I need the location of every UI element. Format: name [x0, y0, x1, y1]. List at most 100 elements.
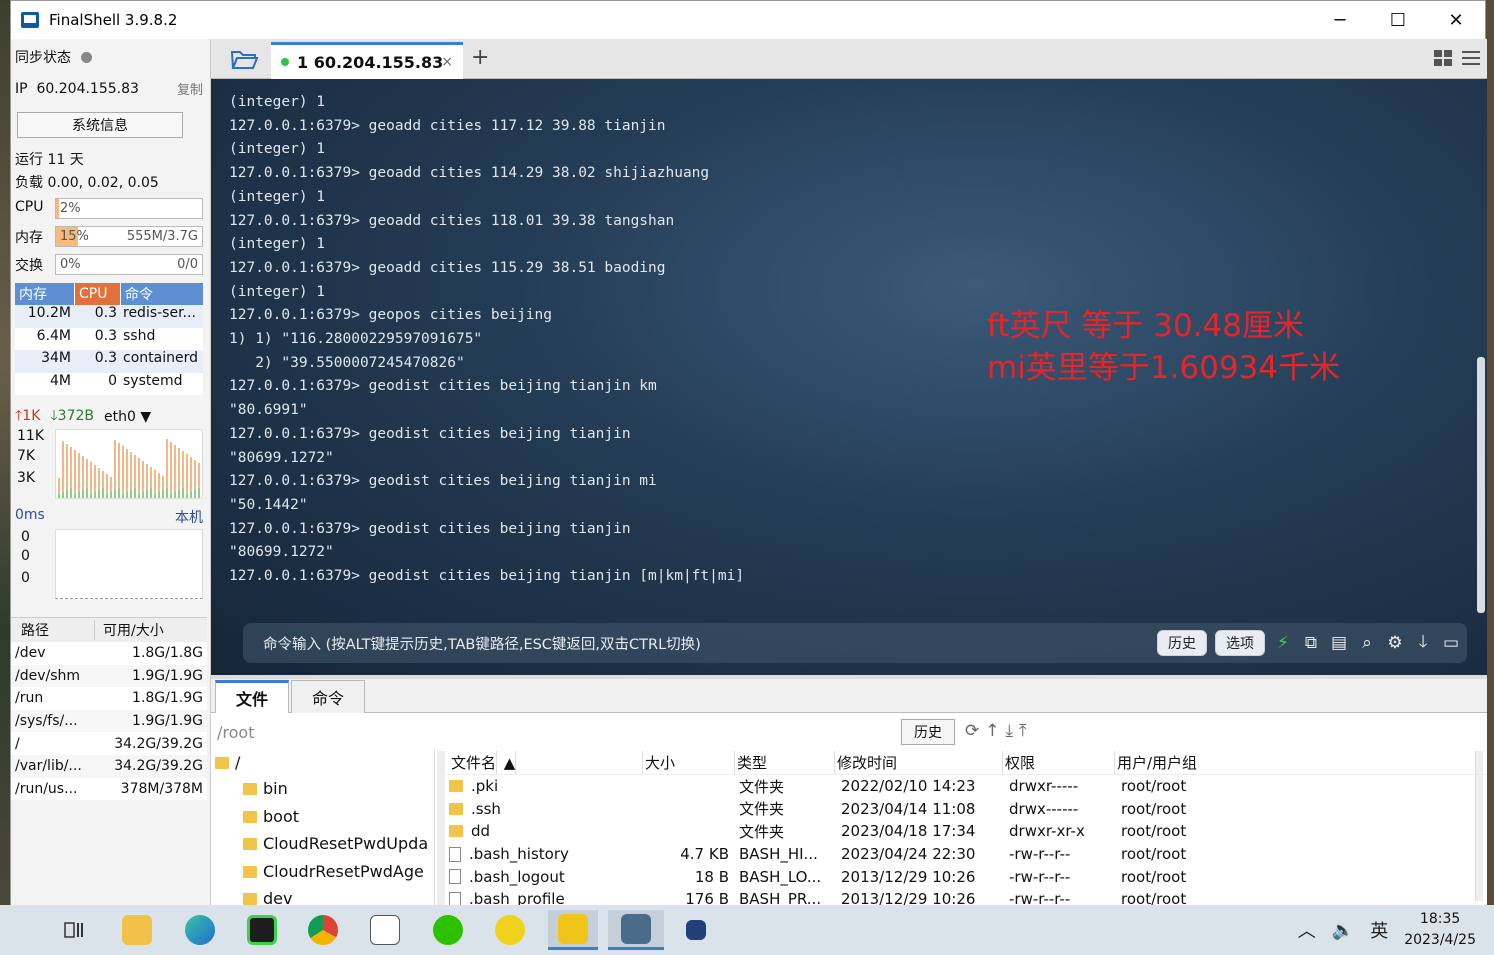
typora-icon: [370, 915, 400, 945]
directory-tree[interactable]: / bin boot CloudResetPwdUpda CloudrReset…: [211, 749, 435, 906]
column-type[interactable]: 类型: [735, 751, 835, 774]
tree-item-bin[interactable]: bin: [243, 779, 288, 798]
taskbar-app-yellow[interactable]: [490, 910, 530, 950]
taskbar-file-explorer[interactable]: [117, 910, 157, 950]
terminal-line: 127.0.0.1:6379> geoadd cities 117.12 39.…: [229, 117, 666, 134]
tree-item-boot[interactable]: boot: [243, 807, 299, 826]
taskbar-wechat[interactable]: [428, 910, 468, 950]
table-row[interactable]: 34M 0.3 containerd: [15, 350, 203, 373]
title-bar[interactable]: FinalShell 3.9.8.2 ─ ☐ ✕: [11, 1, 1485, 39]
table-row[interactable]: / 34.2G/39.2G: [11, 732, 207, 755]
terminal-view[interactable]: (integer) 1 127.0.0.1:6379> geoadd cities…: [211, 79, 1487, 675]
lightning-icon[interactable]: ⚡: [1273, 633, 1293, 653]
network-bar-download: [138, 494, 140, 498]
add-tab-button[interactable]: +: [471, 45, 489, 70]
open-session-manager-button[interactable]: [219, 43, 269, 77]
table-row[interactable]: .bash_logout 18 B BASH_LO... 2013/12/29 …: [447, 865, 1487, 888]
taskbar-edge[interactable]: [180, 910, 220, 950]
tree-item-dev[interactable]: dev: [243, 889, 292, 906]
gear-icon[interactable]: ⚙: [1385, 633, 1405, 653]
table-row[interactable]: /sys/fs/... 1.9G/1.9G: [11, 709, 207, 733]
taskbar-chrome[interactable]: [303, 910, 343, 950]
command-history-button[interactable]: 历史: [1157, 630, 1207, 656]
monitor-icon: [621, 913, 651, 944]
fullscreen-icon[interactable]: ▭: [1441, 633, 1461, 653]
paste-icon[interactable]: ▤: [1329, 633, 1349, 653]
ping-target[interactable]: 本机: [175, 507, 203, 527]
taskbar-finalshell-pinned[interactable]: [548, 910, 598, 950]
column-size[interactable]: 大小: [643, 751, 735, 774]
disk-header-size[interactable]: 可用/大小: [95, 620, 164, 640]
tree-item-cloudrresetpwdage[interactable]: CloudrResetPwdAge: [243, 862, 424, 881]
minimize-button[interactable]: ─: [1311, 1, 1369, 39]
tab-close-icon[interactable]: ×: [441, 54, 453, 70]
table-row[interactable]: 6.4M 0.3 sshd: [15, 327, 203, 350]
table-row[interactable]: 10.2M 0.3 redis-ser...: [15, 305, 203, 328]
copy-ip-link[interactable]: 复制: [177, 79, 203, 98]
taskbar-remote-desktop[interactable]: [608, 910, 664, 950]
clock[interactable]: 18:35 2023/4/25: [1404, 909, 1476, 951]
table-row[interactable]: .pki 文件夹 2022/02/10 14:23 drwxr----- roo…: [447, 775, 1487, 798]
table-row[interactable]: .bash_profile 176 B BASH_PR... 2013/12/2…: [447, 888, 1487, 906]
ping-axis-tick: 0: [21, 570, 30, 586]
table-row[interactable]: /run/us... 378M/378M: [11, 777, 207, 801]
chevron-up-icon[interactable]: ︿: [1298, 917, 1316, 943]
command-input-bar[interactable]: 命令输入 (按ALT键提示历史,TAB键路径,ESC键返回,双击CTRL切换) …: [243, 623, 1467, 663]
column-owner[interactable]: 用户/用户组: [1115, 751, 1239, 774]
terminal-line: 127.0.0.1:6379> geoadd cities 114.29 38.…: [229, 165, 710, 182]
table-row[interactable]: .bash_history 4.7 KB BASH_HI... 2023/04/…: [447, 843, 1487, 866]
download-icon[interactable]: ⤓: [1006, 721, 1014, 741]
column-permission[interactable]: 权限: [1003, 751, 1115, 774]
network-interface-select[interactable]: eth0 ▼: [104, 409, 151, 425]
search-icon[interactable]: ⌕: [1357, 633, 1377, 653]
terminal-line: "80699.1272": [229, 449, 334, 466]
table-row[interactable]: /dev 1.8G/1.8G: [11, 642, 207, 665]
disk-header-path[interactable]: 路径: [11, 620, 95, 640]
taskbar-typora[interactable]: [365, 910, 405, 950]
ime-indicator[interactable]: 英: [1370, 917, 1388, 943]
table-row[interactable]: dd 文件夹 2023/04/18 17:34 drwxr-xr-x root/…: [447, 820, 1487, 843]
tree-scrollbar[interactable]: [437, 751, 445, 906]
column-name[interactable]: 文件名 ▲: [447, 751, 643, 774]
maximize-button[interactable]: ☐: [1369, 1, 1427, 39]
tree-item-root[interactable]: /: [215, 753, 240, 772]
table-row[interactable]: /var/lib/... 34.2G/39.2G: [11, 754, 207, 778]
table-row[interactable]: .ssh 文件夹 2023/04/14 11:08 drwx------ roo…: [447, 798, 1487, 821]
tab-session-1[interactable]: 1 60.204.155.83 ×: [271, 42, 463, 79]
taskbar-pycharm[interactable]: [242, 910, 282, 950]
close-button[interactable]: ✕: [1427, 1, 1485, 39]
path-input[interactable]: /root: [217, 719, 953, 745]
file-date: 2022/02/10 14:23: [841, 777, 976, 796]
file-table-scrollbar[interactable]: [1475, 751, 1483, 901]
taskbar-app-blue[interactable]: [676, 910, 716, 950]
process-header-command[interactable]: 命令: [121, 283, 203, 305]
tab-commands[interactable]: 命令: [291, 680, 365, 713]
copy-icon[interactable]: ⧉: [1301, 633, 1321, 653]
command-input[interactable]: 命令输入 (按ALT键提示历史,TAB键路径,ESC键返回,双击CTRL切换): [263, 633, 701, 654]
process-header-memory[interactable]: 内存: [15, 283, 75, 305]
arrow-down-icon[interactable]: 🡓: [1413, 632, 1433, 653]
command-options-button[interactable]: 选项: [1215, 630, 1265, 656]
table-row[interactable]: /dev/shm 1.9G/1.9G: [11, 664, 207, 688]
tree-item-cloudresetpwdupda[interactable]: CloudResetPwdUpda: [243, 834, 428, 853]
volume-icon[interactable]: 🔈: [1332, 920, 1354, 941]
system-info-button[interactable]: 系统信息: [17, 112, 183, 138]
up-directory-icon[interactable]: ↑: [985, 721, 999, 741]
network-bar-download: [126, 492, 128, 498]
upload-icon[interactable]: ⤒: [1019, 721, 1027, 741]
network-bar-download: [142, 492, 144, 498]
path-history-button[interactable]: 历史: [901, 719, 955, 745]
file-type: BASH_LO...: [739, 867, 822, 886]
task-view-button[interactable]: [54, 910, 94, 950]
grid-layout-icon[interactable]: [1433, 49, 1453, 67]
terminal-output[interactable]: (integer) 1 127.0.0.1:6379> geoadd cities…: [229, 91, 744, 589]
menu-icon[interactable]: [1461, 49, 1481, 67]
finalshell-icon: [558, 913, 588, 944]
column-modified[interactable]: 修改时间: [835, 751, 1003, 774]
table-row[interactable]: 4M 0 systemd: [15, 372, 203, 395]
process-header-cpu[interactable]: CPU: [75, 283, 121, 305]
tab-files[interactable]: 文件: [215, 680, 289, 713]
table-row[interactable]: /run 1.8G/1.9G: [11, 687, 207, 710]
refresh-icon[interactable]: ⟳: [965, 721, 979, 741]
terminal-scrollbar[interactable]: [1477, 357, 1485, 613]
